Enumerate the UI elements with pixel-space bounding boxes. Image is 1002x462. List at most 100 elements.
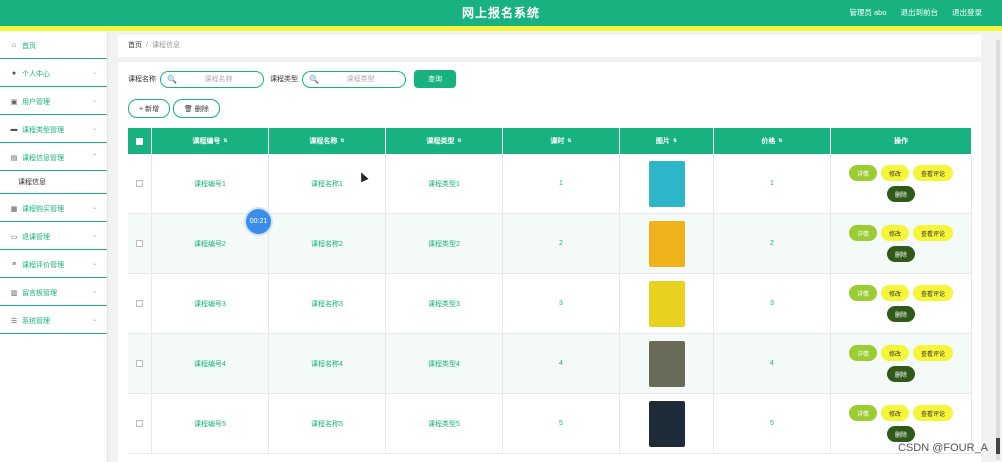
chevron-icon: ⌄ [91,205,97,211]
sidebar-item-label: 留言板管理 [22,289,57,297]
breadcrumb-current: 课程信息 [151,42,180,49]
column-header-label: 操作 [894,138,908,145]
add-button[interactable]: + 新增 [128,99,171,118]
sort-icon[interactable]: ⇅ [673,138,677,144]
sidebar-item-1[interactable]: ● 个人中心 ⌄ [0,61,107,87]
course-name-placeholder: 课程名称 [204,76,233,83]
detail-button[interactable]: 详情 [848,165,877,181]
sidebar-item-3[interactable]: ▬ 课程类型管理 ⌄ [0,117,107,143]
scrollbar[interactable] [996,40,1000,460]
sidebar-item-label: 课程评价管理 [22,261,64,269]
row-checkbox[interactable] [136,240,143,247]
detail-button[interactable]: 详情 [848,225,877,241]
course-price-cell: 4 [714,334,831,393]
batch-delete-button[interactable]: 🗑 删除 [173,99,220,118]
chevron-icon: ⌄ [91,289,97,295]
course-image-cell [620,334,714,393]
delete-button[interactable]: 删除 [886,246,915,262]
column-header-1[interactable]: 课程名称 ⇅ [269,128,386,154]
sidebar-item-label: 用户管理 [22,98,50,106]
table-row: 课程编号5 课程名称5 课程类型5 5 5 详情 修改 查看评论 删除 [128,394,972,454]
view-reviews-button[interactable]: 查看评论 [913,405,954,421]
sidebar-item-2[interactable]: ▣ 用户管理 ⌄ [0,89,107,115]
sidebar-item-label: 退课管理 [22,233,50,241]
course-hours-cell: 2 [503,214,620,273]
sort-icon[interactable]: ⇅ [340,138,344,144]
course-cover-image [648,340,685,387]
course-cover-image [648,400,685,447]
query-button-label: 查询 [428,76,442,83]
sidebar-item-label: 系统管理 [22,317,50,325]
sidebar-item-7[interactable]: ≡ 课程评价管理 ⌄ [0,252,107,278]
sidebar-item-8[interactable]: ▥ 留言板管理 ⌄ [0,280,107,306]
detail-button[interactable]: 详情 [848,285,877,301]
course-hours-cell: 3 [503,274,620,333]
course-type-cell: 课程类型5 [386,394,503,453]
view-reviews-button[interactable]: 查看评论 [913,165,954,181]
sidebar-item-5[interactable]: ▦ 课程购买管理 ⌄ [0,196,107,222]
sidebar-subitem-course-info[interactable]: 课程信息 [0,171,107,194]
sidebar-item-6[interactable]: ▭ 退课管理 ⌄ [0,224,107,250]
course-image-cell [620,214,714,273]
edit-button[interactable]: 修改 [880,285,909,301]
column-header-label: 课程编号 [192,138,221,145]
scrollbar-thumb[interactable] [996,438,1000,454]
course-name-cell: 课程名称3 [269,274,386,333]
back-to-frontend-link[interactable]: 退出到前台 [901,0,939,26]
column-header-6: 操作 [831,128,972,154]
sort-icon[interactable]: ⇅ [778,138,782,144]
column-header-2[interactable]: 课程类型 ⇅ [386,128,503,154]
edit-button[interactable]: 修改 [880,225,909,241]
breadcrumb: 首页 / 课程信息 [128,40,180,50]
course-type-input[interactable]: 🔍 课程类型 [302,70,406,88]
row-checkbox[interactable] [136,360,143,367]
row-checkbox[interactable] [136,300,143,307]
column-header-3[interactable]: 课时 ⇅ [503,128,620,154]
top-header: 网上报名系统 管理员 abo 退出到前台 退出登录 [0,0,1002,26]
edit-button[interactable]: 修改 [880,165,909,181]
breadcrumb-separator: / [146,42,148,49]
sidebar-item-label: 个人中心 [22,70,50,78]
sidebar-item-4[interactable]: ▤ 课程信息管理 ⌃ [0,145,107,171]
breadcrumb-home[interactable]: 首页 [128,42,142,49]
timer-badge[interactable]: 00:21 [246,209,271,234]
column-header-0[interactable]: 课程编号 ⇅ [152,128,269,154]
edit-button[interactable]: 修改 [880,405,909,421]
detail-button[interactable]: 详情 [848,405,877,421]
sidebar-item-0[interactable]: ⌂ 首页 [0,33,107,59]
course-name-input[interactable]: 🔍 课程名称 [160,70,264,88]
user-icon: ● [11,70,17,77]
delete-button[interactable]: 删除 [886,366,915,382]
logout-link[interactable]: 退出登录 [952,0,982,26]
search-icon: 🔍 [167,74,177,84]
chevron-icon: ⌄ [91,98,97,104]
course-name-cell: 课程名称2 [269,214,386,273]
view-reviews-button[interactable]: 查看评论 [913,285,954,301]
view-reviews-button[interactable]: 查看评论 [913,345,954,361]
delete-button[interactable]: 删除 [886,426,915,442]
operations-cell: 详情 修改 查看评论删除 [831,334,972,393]
edit-button[interactable]: 修改 [880,345,909,361]
row-checkbox[interactable] [136,420,143,427]
sidebar-item-9[interactable]: ☰ 系统管理 ⌄ [0,308,107,334]
select-all-checkbox[interactable] [136,137,143,145]
delete-button[interactable]: 删除 [886,306,915,322]
home-icon: ⌂ [11,42,17,49]
column-header-5[interactable]: 价格 ⇅ [714,128,831,154]
detail-button[interactable]: 详情 [848,345,877,361]
sort-icon[interactable]: ⇅ [567,138,571,144]
column-header-label: 价格 [761,138,776,145]
sort-icon[interactable]: ⇅ [223,138,227,144]
chevron-icon: ⌃ [91,154,97,160]
delete-button[interactable]: 删除 [886,186,915,202]
column-header-4[interactable]: 图片 ⇅ [620,128,714,154]
view-reviews-button[interactable]: 查看评论 [913,225,954,241]
course-type-cell: 课程类型1 [386,154,503,213]
query-button[interactable]: 查询 [414,70,456,88]
course-image-cell [620,154,714,213]
search-bar: 课程名称 🔍 课程名称 课程类型 🔍 课程类型 查询 [128,70,456,88]
course-hours-cell: 1 [503,154,620,213]
row-checkbox[interactable] [136,180,143,187]
sort-icon[interactable]: ⇅ [457,138,461,144]
course-image-cell [620,394,714,453]
